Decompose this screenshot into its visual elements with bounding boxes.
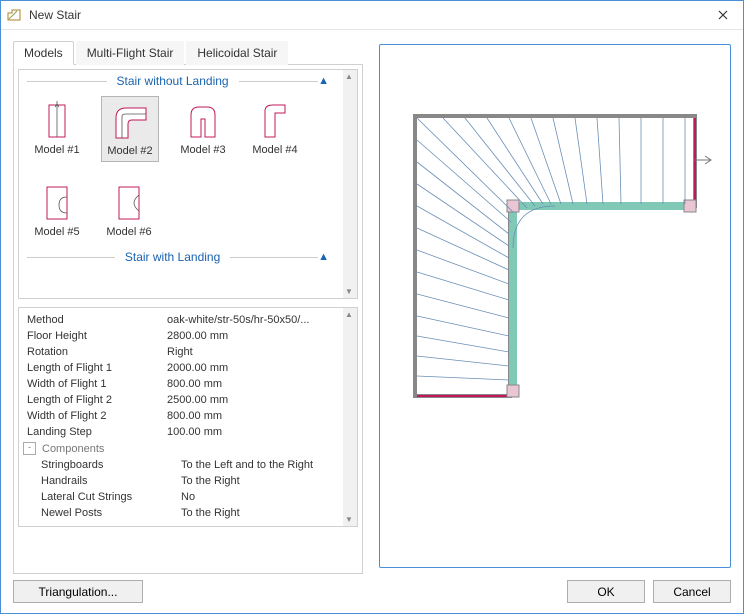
prop-row-length-f1[interactable]: Length of Flight 1 2000.00 mm xyxy=(19,360,357,376)
prop-key: Lateral Cut Strings xyxy=(41,491,181,503)
prop-row-lateral-cut[interactable]: Lateral Cut Strings No xyxy=(19,489,357,505)
model-item-4[interactable]: Model #4 xyxy=(247,96,303,162)
model-label: Model #6 xyxy=(106,226,151,238)
model-thumb-2 xyxy=(106,101,154,143)
models-panel: Stair without Landing ▲ Model #1 xyxy=(13,65,363,574)
model-label: Model #1 xyxy=(34,144,79,156)
model-item-2[interactable]: Model #2 xyxy=(101,96,159,162)
prop-row-floor-height[interactable]: Floor Height 2800.00 mm xyxy=(19,328,357,344)
prop-key: Stringboards xyxy=(41,459,181,471)
section-collapse-icon[interactable]: ▲ xyxy=(318,251,335,263)
cancel-button[interactable]: Cancel xyxy=(653,580,731,603)
prop-row-landing-step[interactable]: Landing Step 100.00 mm xyxy=(19,424,357,440)
prop-key: Rotation xyxy=(27,346,167,358)
model-item-1[interactable]: Model #1 xyxy=(29,96,85,162)
prop-row-handrails[interactable]: Handrails To the Right xyxy=(19,473,357,489)
prop-key: Length of Flight 1 xyxy=(27,362,167,374)
model-label: Model #3 xyxy=(180,144,225,156)
model-item-6[interactable]: Model #6 xyxy=(101,178,157,242)
prop-value: 800.00 mm xyxy=(167,410,339,422)
group-toggle-icon[interactable]: - xyxy=(23,442,36,455)
app-icon xyxy=(5,6,23,24)
prop-row-length-f2[interactable]: Length of Flight 2 2500.00 mm xyxy=(19,392,357,408)
tab-bar: Models Multi-Flight Stair Helicoidal Sta… xyxy=(13,40,363,65)
section-label: Stair with Landing xyxy=(115,250,230,264)
section-header-no-landing: Stair without Landing ▲ xyxy=(23,72,353,90)
stair-preview xyxy=(379,44,731,568)
models-scrollbar[interactable] xyxy=(343,70,357,298)
prop-row-width-f2[interactable]: Width of Flight 2 800.00 mm xyxy=(19,408,357,424)
model-thumb-4 xyxy=(251,100,299,142)
prop-row-method[interactable]: Method oak-white/str-50s/hr-50x50/... xyxy=(19,312,357,328)
prop-key: Method xyxy=(27,314,167,326)
model-label: Model #2 xyxy=(107,145,152,157)
prop-row-newel-posts[interactable]: Newel Posts To the Right xyxy=(19,505,357,521)
model-item-5[interactable]: Model #5 xyxy=(29,178,85,242)
model-label: Model #5 xyxy=(34,226,79,238)
properties-panel: Method oak-white/str-50s/hr-50x50/... Fl… xyxy=(18,307,358,527)
close-button[interactable] xyxy=(707,5,739,25)
models-section: Stair without Landing ▲ Model #1 xyxy=(18,69,358,299)
tab-models[interactable]: Models xyxy=(13,41,74,65)
prop-value: To the Right xyxy=(181,475,339,487)
prop-value: 2000.00 mm xyxy=(167,362,339,374)
prop-row-stringboards[interactable]: Stringboards To the Left and to the Righ… xyxy=(19,457,357,473)
prop-key: Floor Height xyxy=(27,330,167,342)
models-grid: Model #1 Model #2 Model xyxy=(23,90,353,248)
section-header-with-landing: Stair with Landing ▲ xyxy=(23,248,353,266)
prop-key: Length of Flight 2 xyxy=(27,394,167,406)
prop-group-components[interactable]: - Components xyxy=(19,440,357,457)
section-collapse-icon[interactable]: ▲ xyxy=(318,75,335,87)
prop-key: Handrails xyxy=(41,475,181,487)
model-thumb-6 xyxy=(105,182,153,224)
prop-value: To the Left and to the Right xyxy=(181,459,339,471)
group-label: Components xyxy=(42,443,104,455)
prop-value: To the Right xyxy=(181,507,339,519)
left-column: Models Multi-Flight Stair Helicoidal Sta… xyxy=(13,40,363,574)
triangulation-button[interactable]: Triangulation... xyxy=(13,580,143,603)
prop-value: 800.00 mm xyxy=(167,378,339,390)
prop-value: 2800.00 mm xyxy=(167,330,339,342)
prop-row-rotation[interactable]: Rotation Right xyxy=(19,344,357,360)
prop-key: Newel Posts xyxy=(41,507,181,519)
properties-scrollbar[interactable] xyxy=(343,308,357,526)
prop-key: Landing Step xyxy=(27,426,167,438)
model-thumb-5 xyxy=(33,182,81,224)
close-icon xyxy=(718,10,728,20)
prop-key: Width of Flight 2 xyxy=(27,410,167,422)
stair-preview-svg xyxy=(395,96,715,516)
ok-button[interactable]: OK xyxy=(567,580,645,603)
model-thumb-1 xyxy=(33,100,81,142)
prop-row-width-f1[interactable]: Width of Flight 1 800.00 mm xyxy=(19,376,357,392)
button-bar: Triangulation... OK Cancel xyxy=(1,574,743,613)
prop-value: No xyxy=(181,491,339,503)
dialog-window: New Stair Models Multi-Flight Stair Heli… xyxy=(0,0,744,614)
model-label: Model #4 xyxy=(252,144,297,156)
prop-value: 2500.00 mm xyxy=(167,394,339,406)
tab-multi-flight[interactable]: Multi-Flight Stair xyxy=(76,41,185,65)
prop-key: Width of Flight 1 xyxy=(27,378,167,390)
prop-value: oak-white/str-50s/hr-50x50/... xyxy=(167,314,339,326)
content-area: Models Multi-Flight Stair Helicoidal Sta… xyxy=(1,30,743,574)
prop-value: Right xyxy=(167,346,339,358)
model-item-3[interactable]: Model #3 xyxy=(175,96,231,162)
tab-helicoidal[interactable]: Helicoidal Stair xyxy=(186,41,288,65)
window-title: New Stair xyxy=(29,8,707,22)
model-thumb-3 xyxy=(179,100,227,142)
titlebar: New Stair xyxy=(1,1,743,30)
prop-value: 100.00 mm xyxy=(167,426,339,438)
section-label: Stair without Landing xyxy=(107,74,239,88)
